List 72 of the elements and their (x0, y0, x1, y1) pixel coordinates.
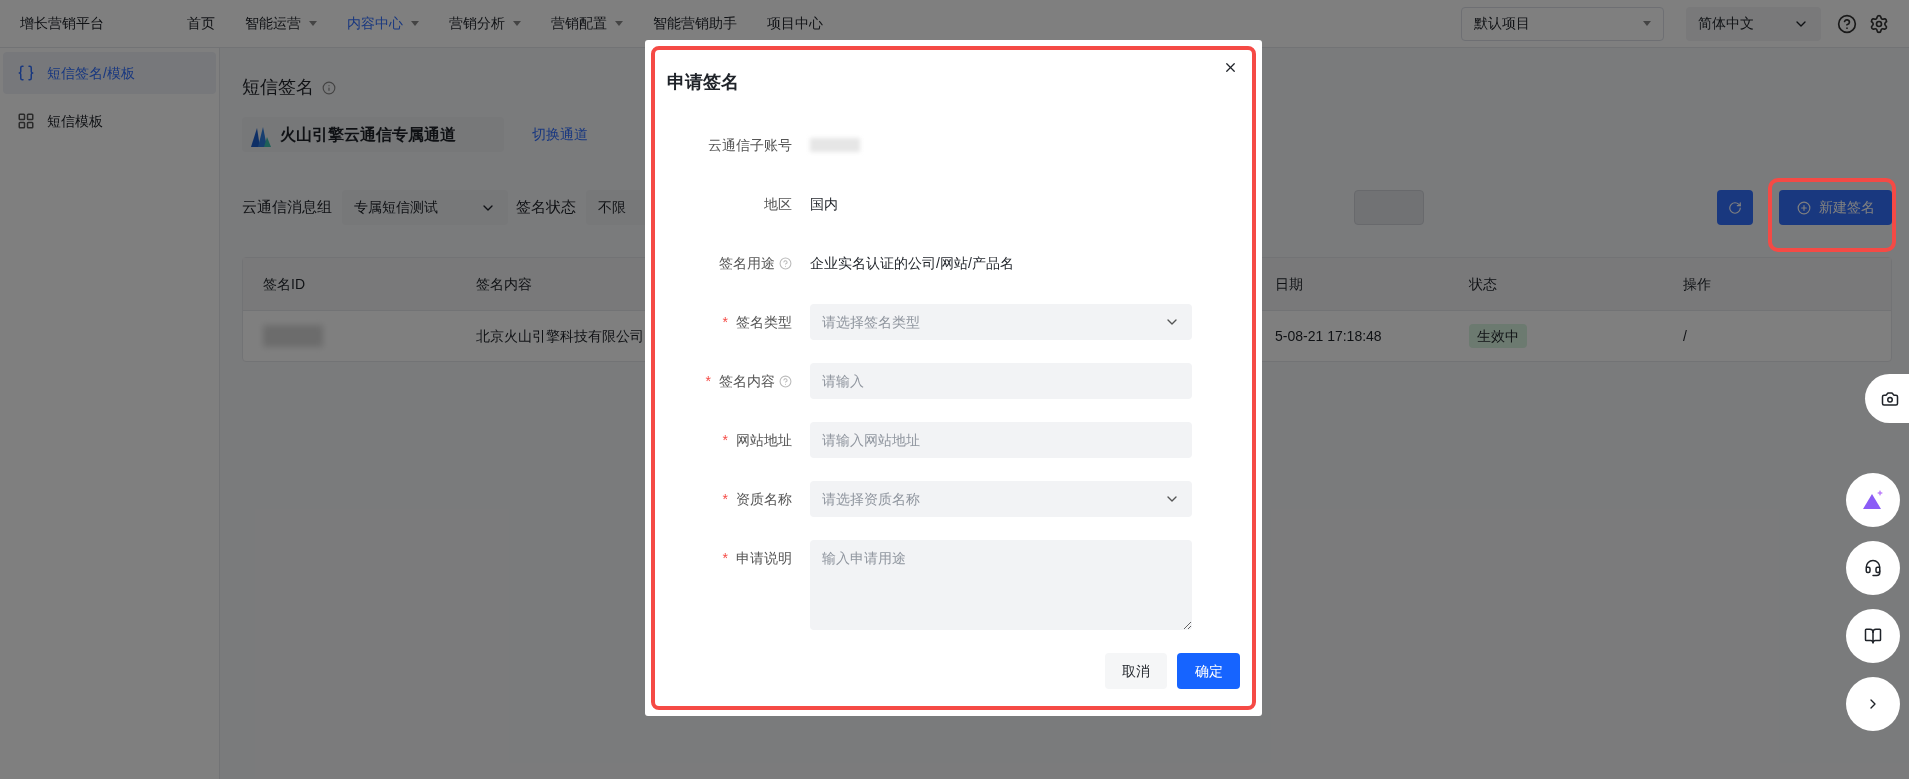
status-tag: 生效中 (1469, 323, 1527, 348)
nav-item[interactable]: 智能运营 (245, 13, 317, 34)
caret-icon (1643, 20, 1651, 27)
project-select[interactable]: 默认项目 (1461, 6, 1664, 41)
field-label: 网站地址 (736, 430, 792, 450)
nav-item[interactable]: 首页 (187, 13, 215, 34)
caret-icon (309, 20, 317, 27)
column-header: 日期 (1275, 275, 1303, 292)
nav-item[interactable]: 营销分析 (449, 13, 521, 34)
field-value: 企业实名认证的公司/网站/产品名 (810, 253, 1014, 273)
sidebar-item[interactable]: 短信模板 (3, 100, 216, 142)
required-mark: * (722, 312, 728, 332)
column-header: 操作 (1683, 275, 1711, 292)
cancel-button[interactable]: 取消 (1105, 653, 1167, 689)
settings-icon[interactable] (1869, 13, 1889, 34)
sidebar-item[interactable]: 短信签名/模板 (3, 52, 216, 94)
braces-icon (17, 64, 35, 82)
docs-button[interactable] (1846, 609, 1900, 663)
column-header: 签名ID (263, 275, 305, 292)
column-header: 状态 (1469, 275, 1497, 292)
switch-channel-link[interactable]: 切换通道 (532, 124, 588, 145)
field-label: 申请说明 (736, 549, 792, 568)
select-field[interactable]: 请选择资质名称 (810, 481, 1192, 517)
support-button[interactable] (1846, 541, 1900, 595)
app-title: 增长营销平台 (20, 14, 105, 33)
info-icon (322, 80, 336, 95)
channel-name: 火山引擎云通信专属通道 (280, 124, 456, 145)
caret-icon (615, 20, 623, 27)
required-mark: * (722, 430, 728, 450)
caret-icon (513, 20, 521, 27)
nav-item[interactable]: 项目中心 (767, 13, 823, 34)
field-label: 签名类型 (736, 312, 792, 332)
required-mark: * (722, 489, 728, 509)
refresh-icon (1728, 200, 1742, 215)
page-title: 短信签名 (242, 76, 314, 99)
column-header: 签名内容 (476, 275, 532, 292)
table-cell: / (1683, 327, 1687, 344)
screenshot-button[interactable] (1865, 374, 1909, 423)
table-cell: 北京火山引擎科技有限公司 (476, 327, 644, 344)
table-cell: 5-08-21 17:18:48 (1275, 327, 1382, 344)
plus-icon (1796, 200, 1811, 215)
assistant-button[interactable] (1846, 473, 1900, 527)
nav-item[interactable]: 内容中心 (347, 13, 419, 34)
expand-button[interactable] (1846, 677, 1900, 731)
input-field[interactable]: 请输入网站地址 (810, 422, 1192, 458)
required-mark: * (722, 549, 728, 568)
filter-label: 签名状态 (516, 197, 576, 218)
field-label: 签名内容 (719, 371, 775, 391)
filter-label: 云通信消息组 (242, 197, 332, 218)
camera-icon (1881, 389, 1899, 408)
confirm-button[interactable]: 确定 (1177, 653, 1240, 689)
nav-item[interactable]: 智能营销助手 (653, 13, 737, 34)
caret-icon (411, 20, 419, 27)
field-value: 国内 (810, 194, 838, 214)
field-label: 云通信子账号 (708, 135, 792, 155)
textarea-field[interactable]: 输入申请用途 (810, 540, 1192, 630)
grid-icon (17, 112, 35, 130)
language-select[interactable]: 简体中文 (1686, 6, 1821, 41)
close-icon (1223, 60, 1238, 75)
select-field[interactable]: 请选择签名类型 (810, 304, 1192, 340)
dialog-title: 申请签名 (667, 71, 739, 94)
required-mark: * (705, 371, 711, 391)
input-field[interactable]: 请输入 (810, 363, 1192, 399)
field-label: 签名用途 (719, 253, 775, 273)
nav-item[interactable]: 营销配置 (551, 13, 623, 34)
headset-icon (1864, 559, 1882, 577)
help-icon[interactable] (1837, 13, 1857, 34)
book-icon (1864, 627, 1882, 645)
field-label: 地区 (764, 194, 792, 214)
new-signature-button[interactable]: 新建签名 (1779, 190, 1892, 225)
mountain-sparkle-icon (1861, 489, 1885, 511)
field-label: 资质名称 (736, 489, 792, 509)
